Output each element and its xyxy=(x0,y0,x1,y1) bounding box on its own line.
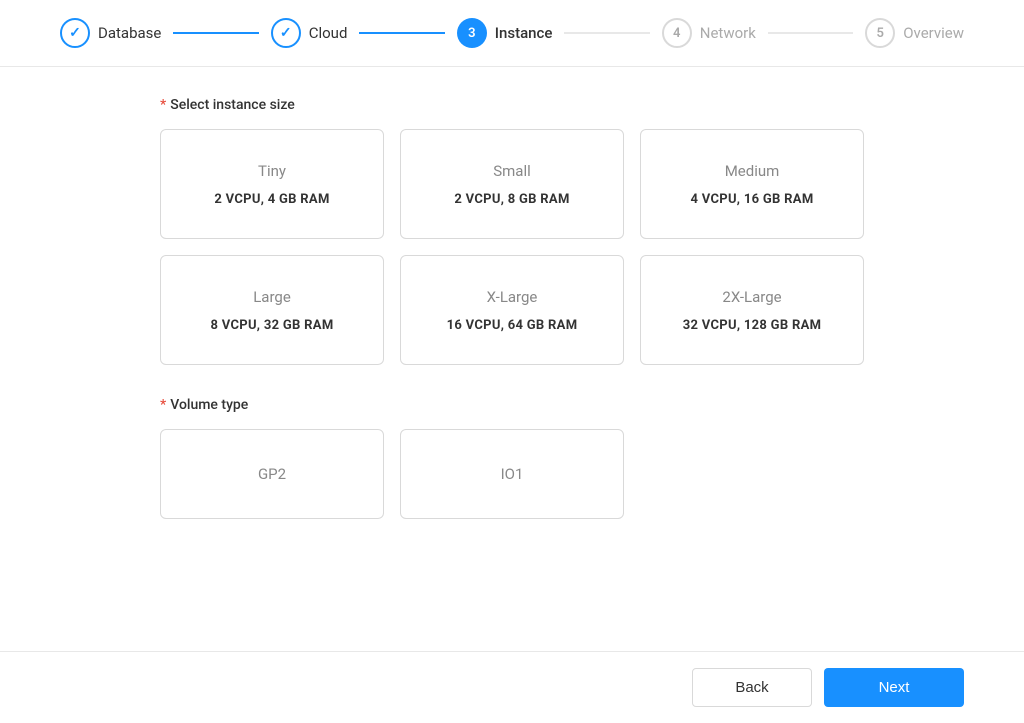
volume-card-io1[interactable]: IO1 xyxy=(400,429,624,519)
instance-card-tiny-title: Tiny xyxy=(258,162,286,180)
instance-card-small[interactable]: Small 2 VCPU, 8 GB RAM xyxy=(400,129,624,239)
step-instance: 3 Instance xyxy=(457,18,553,48)
instance-card-small-specs: 2 VCPU, 8 GB RAM xyxy=(454,192,569,207)
next-button[interactable]: Next xyxy=(824,668,964,707)
connector-4 xyxy=(768,32,853,34)
instance-card-medium-specs: 4 VCPU, 16 GB RAM xyxy=(690,192,813,207)
instance-grid: Tiny 2 VCPU, 4 GB RAM Small 2 VCPU, 8 GB… xyxy=(160,129,864,365)
step-number-overview: 5 xyxy=(876,26,883,41)
instance-card-xlarge-specs: 16 VCPU, 64 GB RAM xyxy=(447,318,578,333)
step-cloud: ✓ Cloud xyxy=(271,18,348,48)
volume-section-title: Volume type xyxy=(170,397,248,413)
instance-card-tiny-specs: 2 VCPU, 4 GB RAM xyxy=(214,192,329,207)
instance-card-large-title: Large xyxy=(253,288,291,306)
footer: Back Next xyxy=(0,651,1024,723)
step-label-network: Network xyxy=(700,24,756,42)
instance-card-large[interactable]: Large 8 VCPU, 32 GB RAM xyxy=(160,255,384,365)
instance-card-tiny[interactable]: Tiny 2 VCPU, 4 GB RAM xyxy=(160,129,384,239)
instance-card-large-specs: 8 VCPU, 32 GB RAM xyxy=(210,318,333,333)
connector-1 xyxy=(173,32,258,34)
back-button[interactable]: Back xyxy=(692,668,812,707)
step-circle-database: ✓ xyxy=(60,18,90,48)
instance-card-xlarge-title: X-Large xyxy=(487,288,538,306)
instance-card-2xlarge-specs: 32 VCPU, 128 GB RAM xyxy=(683,318,822,333)
instance-card-2xlarge-title: 2X-Large xyxy=(722,288,781,306)
volume-required-star: * xyxy=(160,397,166,413)
instance-card-medium[interactable]: Medium 4 VCPU, 16 GB RAM xyxy=(640,129,864,239)
step-number-network: 4 xyxy=(673,26,680,41)
step-label-database: Database xyxy=(98,24,161,42)
instance-card-xlarge[interactable]: X-Large 16 VCPU, 64 GB RAM xyxy=(400,255,624,365)
step-overview: 5 Overview xyxy=(865,18,964,48)
step-database: ✓ Database xyxy=(60,18,161,48)
step-circle-network: 4 xyxy=(662,18,692,48)
main-content: * Select instance size Tiny 2 VCPU, 4 GB… xyxy=(0,67,1024,651)
connector-3 xyxy=(564,32,649,34)
step-label-cloud: Cloud xyxy=(309,24,348,42)
stepper: ✓ Database ✓ Cloud 3 Instance 4 Network … xyxy=(0,0,1024,67)
instance-card-2xlarge[interactable]: 2X-Large 32 VCPU, 128 GB RAM xyxy=(640,255,864,365)
volume-section-label: * Volume type xyxy=(160,397,864,413)
step-number-instance: 3 xyxy=(468,26,475,41)
instance-section-label: * Select instance size xyxy=(160,97,864,113)
connector-2 xyxy=(359,32,444,34)
step-circle-overview: 5 xyxy=(865,18,895,48)
volume-card-gp2[interactable]: GP2 xyxy=(160,429,384,519)
instance-section-title: Select instance size xyxy=(170,97,295,113)
step-circle-instance: 3 xyxy=(457,18,487,48)
check-icon-database: ✓ xyxy=(69,25,81,41)
volume-card-io1-title: IO1 xyxy=(501,465,524,483)
instance-required-star: * xyxy=(160,97,166,113)
check-icon-cloud: ✓ xyxy=(280,25,292,41)
step-network: 4 Network xyxy=(662,18,756,48)
volume-grid: GP2 IO1 xyxy=(160,429,864,519)
step-label-instance: Instance xyxy=(495,24,553,42)
step-circle-cloud: ✓ xyxy=(271,18,301,48)
volume-card-gp2-title: GP2 xyxy=(258,465,286,483)
instance-card-small-title: Small xyxy=(493,162,531,180)
step-label-overview: Overview xyxy=(903,24,964,42)
instance-card-medium-title: Medium xyxy=(725,162,780,180)
